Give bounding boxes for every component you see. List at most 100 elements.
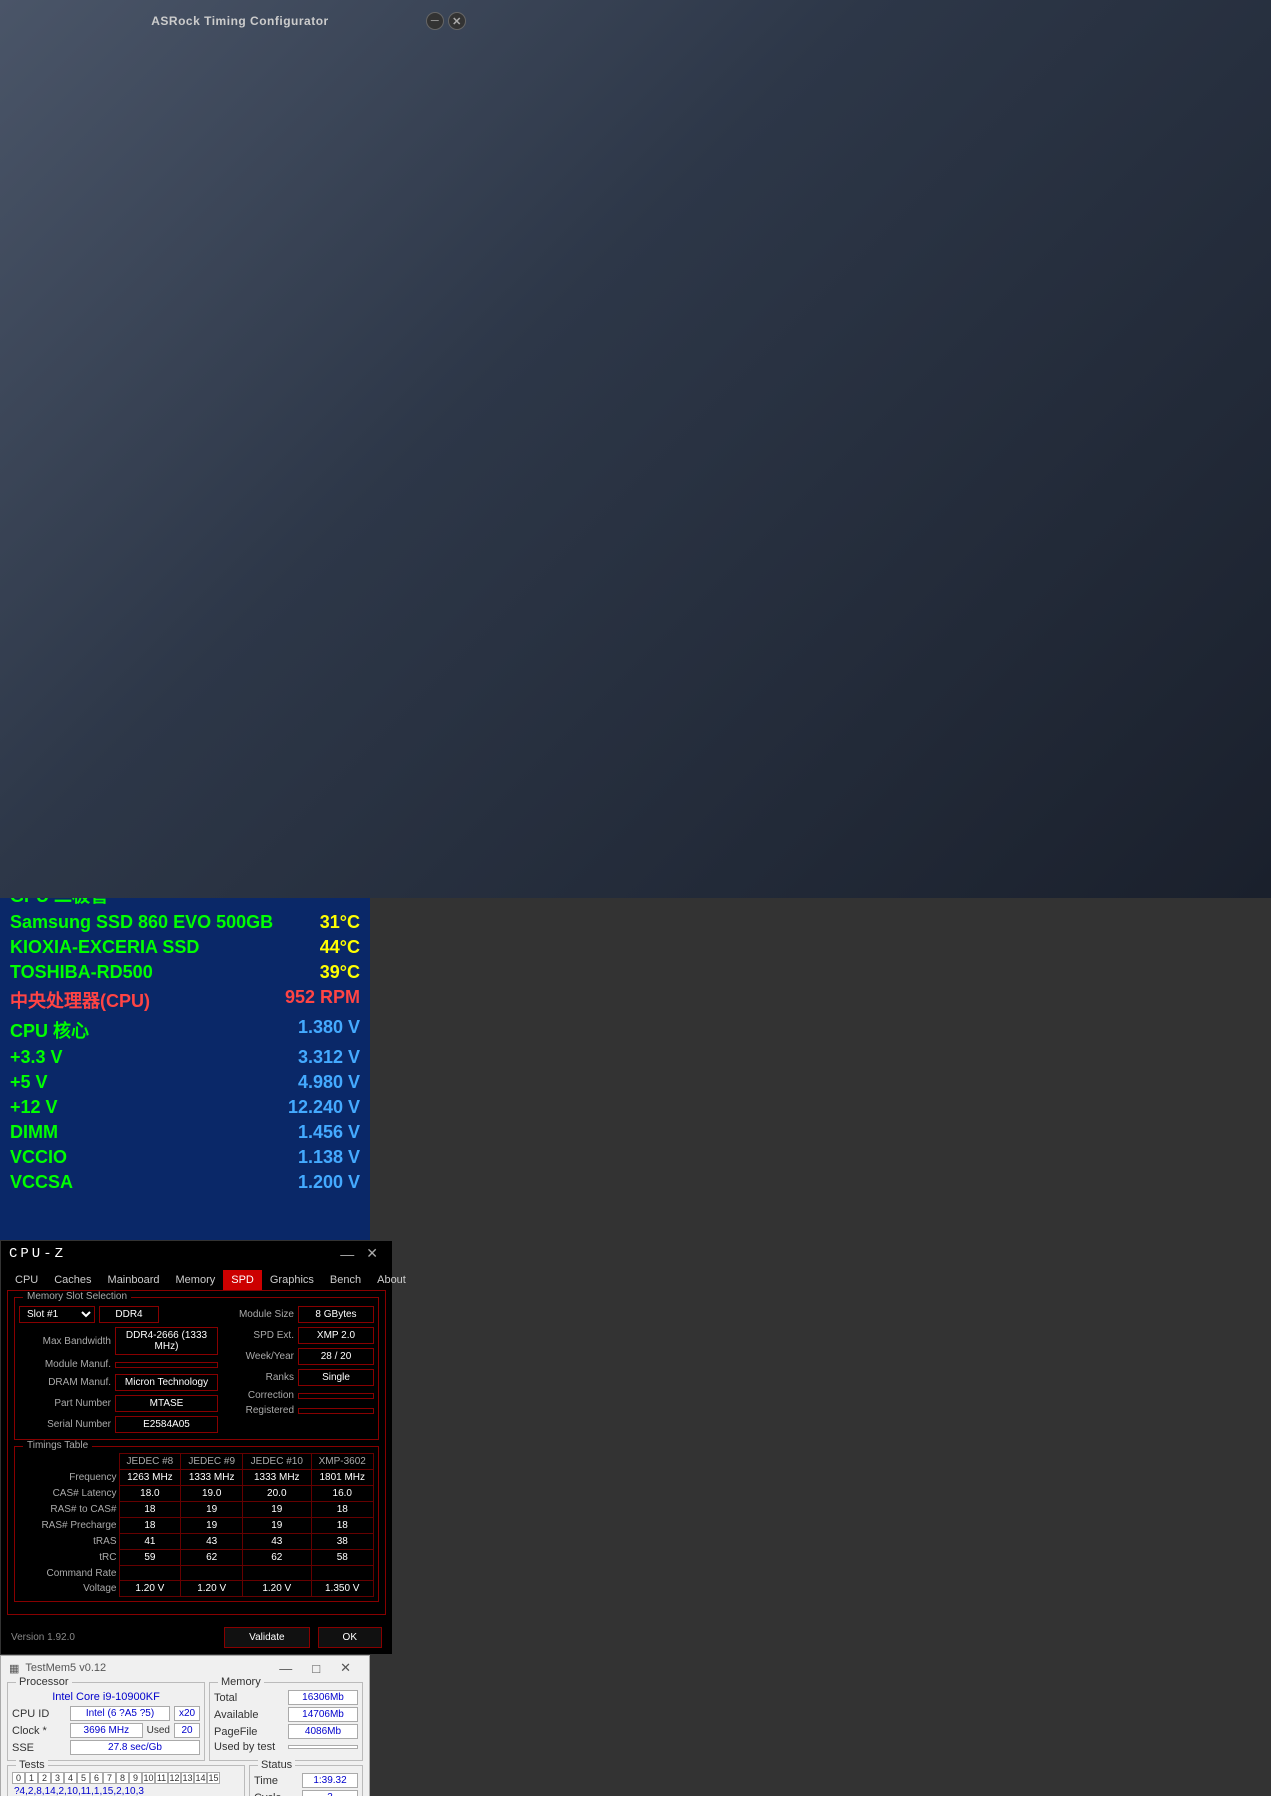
slot-select[interactable]: Slot #1 xyxy=(19,1306,95,1323)
tm5-title: TestMem5 v0.12 xyxy=(25,1662,269,1674)
tab-memory[interactable]: Memory xyxy=(168,1270,224,1290)
cpuz-version: Version 1.92.0 xyxy=(11,1632,216,1643)
test-num: 5 xyxy=(77,1772,90,1784)
spd-label: Module Size xyxy=(224,1309,294,1320)
timing-header: JEDEC #10 xyxy=(243,1454,311,1470)
spd-value: Micron Technology xyxy=(115,1374,218,1391)
timing-header: JEDEC #9 xyxy=(181,1454,243,1470)
minimize-icon[interactable]: — xyxy=(334,1246,360,1262)
mem-label: Total xyxy=(214,1692,284,1704)
timing-cell: 58 xyxy=(311,1550,374,1566)
maximize-icon[interactable]: □ xyxy=(302,1661,330,1676)
status-label: Time xyxy=(254,1775,298,1787)
mem-label: Used by test xyxy=(214,1741,284,1753)
sensor-name: VCCSA xyxy=(10,1172,73,1193)
timing-row-label: CAS# Latency xyxy=(19,1486,119,1502)
status-value: 1:39.32 xyxy=(302,1773,358,1788)
minimize-icon[interactable]: ─ xyxy=(426,12,444,30)
minimize-icon[interactable]: — xyxy=(269,1661,302,1676)
spd-value xyxy=(298,1393,374,1399)
sensor-name: Samsung SSD 860 EVO 500GB xyxy=(10,912,273,933)
test-num: 1 xyxy=(25,1772,38,1784)
test-num: 9 xyxy=(129,1772,142,1784)
spd-value: E2584A05 xyxy=(115,1416,218,1433)
sensor-name: CPU 核心 xyxy=(10,1017,89,1043)
proc-label: SSE xyxy=(12,1742,66,1754)
spd-label: Part Number xyxy=(19,1398,111,1409)
tab-spd[interactable]: SPD xyxy=(223,1270,262,1290)
cpuz-title: CPU-Z xyxy=(9,1246,334,1262)
test-num: 13 xyxy=(181,1772,194,1784)
timing-cell: 1801 MHz xyxy=(311,1470,374,1486)
sensor-row: VCCIO1.138 V xyxy=(10,1145,360,1170)
spd-label: Correction xyxy=(224,1390,294,1401)
sensor-row: KIOXIA-EXCERIA SSD 44°C xyxy=(10,935,360,960)
timing-cell: 1333 MHz xyxy=(181,1470,243,1486)
timing-cell xyxy=(311,1566,374,1581)
mem-label: Available xyxy=(214,1709,284,1721)
mem-value: 4086Mb xyxy=(288,1724,358,1739)
sensor-value: 1.380 V xyxy=(298,1017,360,1043)
sensor-value: 4.980 V xyxy=(298,1072,360,1093)
test-num: 15 xyxy=(207,1772,220,1784)
timing-cell: 43 xyxy=(243,1534,311,1550)
mem-value xyxy=(288,1745,358,1749)
proc-label: Clock * xyxy=(12,1725,66,1737)
sensor-row: VCCSA 1.200 V xyxy=(10,1170,360,1195)
test-num: 0 xyxy=(12,1772,25,1784)
sensor-row: TOSHIBA-RD50039°C xyxy=(10,960,360,985)
sensor-value: 1.200 V xyxy=(298,1172,360,1193)
close-icon[interactable]: ✕ xyxy=(330,1660,361,1676)
timing-row-label: Command Rate xyxy=(19,1566,119,1581)
timing-header: XMP-3602 xyxy=(311,1454,374,1470)
proc-value2: x20 xyxy=(174,1706,200,1721)
timing-cell: 43 xyxy=(181,1534,243,1550)
timing-cell xyxy=(119,1566,181,1581)
timing-cell: 1333 MHz xyxy=(243,1470,311,1486)
timing-cell: 1.20 V xyxy=(181,1581,243,1597)
close-icon[interactable]: ✕ xyxy=(448,12,466,30)
tab-cpu[interactable]: CPU xyxy=(7,1270,46,1290)
timing-cell: 19 xyxy=(243,1502,311,1518)
sensor-value: 44°C xyxy=(320,937,360,958)
app-icon: ▦ xyxy=(9,1662,19,1675)
cpuz-window: CPU-Z — ✕ CPUCachesMainboardMemorySPDGra… xyxy=(0,1240,393,1655)
tab-about[interactable]: About xyxy=(369,1270,414,1290)
processor-name: Intel Core i9-10900KF xyxy=(12,1689,200,1705)
sensor-name: 中央处理器(CPU) xyxy=(10,987,150,1013)
spd-label: SPD Ext. xyxy=(224,1330,294,1341)
test-num: 2 xyxy=(38,1772,51,1784)
ok-button[interactable]: OK xyxy=(318,1627,382,1648)
sensor-row: +12 V12.240 V xyxy=(10,1095,360,1120)
spd-label: Week/Year xyxy=(224,1351,294,1362)
spd-label: Max Bandwidth xyxy=(19,1336,111,1347)
test-num: 7 xyxy=(103,1772,116,1784)
tab-graphics[interactable]: Graphics xyxy=(262,1270,322,1290)
timing-cell xyxy=(243,1566,311,1581)
testmem5-window: ▦ TestMem5 v0.12 — □ ✕ Processor Intel C… xyxy=(0,1655,370,1796)
timing-cell: 19 xyxy=(243,1518,311,1534)
spd-value: XMP 2.0 xyxy=(298,1327,374,1344)
timing-cell: 1.20 V xyxy=(119,1581,181,1597)
status-label: Cycle xyxy=(254,1792,298,1796)
sensor-name: KIOXIA-EXCERIA SSD xyxy=(10,937,199,958)
validate-button[interactable]: Validate xyxy=(224,1627,309,1648)
timing-cell: 18 xyxy=(119,1502,181,1518)
tab-mainboard[interactable]: Mainboard xyxy=(100,1270,168,1290)
timing-cell xyxy=(181,1566,243,1581)
close-icon[interactable]: ✕ xyxy=(360,1245,384,1262)
spd-value: DDR4-2666 (1333 MHz) xyxy=(115,1327,218,1355)
tab-bench[interactable]: Bench xyxy=(322,1270,369,1290)
timing-cell: 18 xyxy=(311,1518,374,1534)
spd-value xyxy=(115,1362,218,1368)
test-num: 11 xyxy=(155,1772,168,1784)
timing-cell: 18 xyxy=(119,1518,181,1534)
timing-row-label: Frequency xyxy=(19,1470,119,1486)
tab-caches[interactable]: Caches xyxy=(46,1270,99,1290)
spd-value: 28 / 20 xyxy=(298,1348,374,1365)
timing-cell: 62 xyxy=(243,1550,311,1566)
sensor-row: DIMM1.456 V xyxy=(10,1120,360,1145)
sensor-value: 39°C xyxy=(320,962,360,983)
sensor-row: +5 V4.980 V xyxy=(10,1070,360,1095)
timing-cell: 19 xyxy=(181,1502,243,1518)
